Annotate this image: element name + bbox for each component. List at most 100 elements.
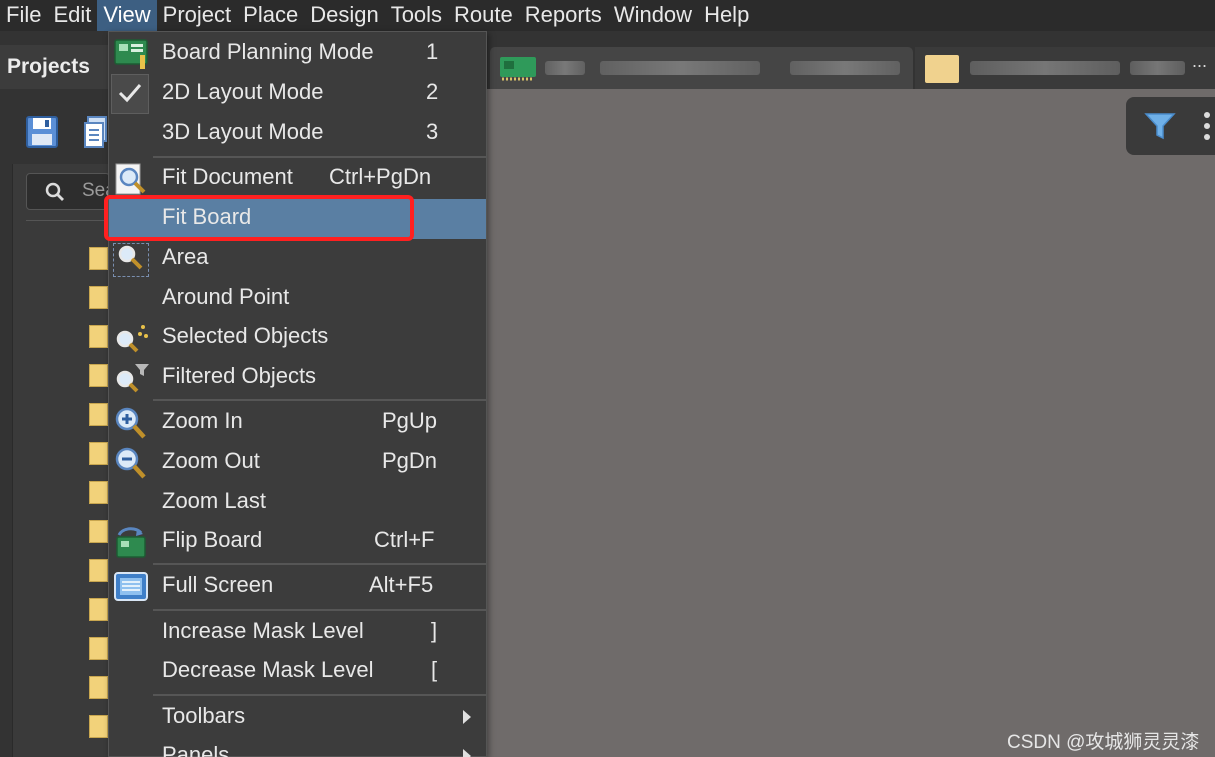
menu-item-label: Selected Objects bbox=[162, 323, 329, 348]
menu-item-zoom-in[interactable]: Zoom In PgUp bbox=[109, 403, 486, 443]
menu-separator bbox=[153, 156, 486, 158]
menu-item-shortcut: Alt+F5 bbox=[369, 572, 434, 597]
menu-item-filtered-objects[interactable]: Filtered Objects bbox=[109, 358, 486, 398]
menu-view[interactable]: View bbox=[97, 0, 157, 31]
menu-project[interactable]: Project bbox=[157, 0, 237, 31]
menu-item-panels[interactable]: Panels bbox=[109, 737, 486, 757]
search-icon bbox=[45, 182, 64, 201]
flip-board-icon bbox=[116, 527, 146, 558]
menu-item-increase-mask-level[interactable]: Increase Mask Level ] bbox=[109, 613, 486, 653]
menu-separator bbox=[153, 399, 486, 401]
menu-design[interactable]: Design bbox=[304, 0, 384, 31]
menu-item-label: Full Screen bbox=[162, 572, 274, 597]
blurred-tab-text bbox=[600, 61, 760, 75]
folder-icon[interactable] bbox=[89, 715, 108, 738]
menu-item-3d-layout-mode[interactable]: 3D Layout Mode 3 bbox=[109, 114, 486, 154]
menu-item-label: Zoom In bbox=[162, 408, 243, 433]
board-planning-icon bbox=[114, 39, 148, 69]
document-tab-project[interactable]: ... bbox=[915, 47, 1215, 89]
submenu-arrow-icon bbox=[463, 710, 471, 724]
fit-document-icon bbox=[115, 163, 146, 195]
checkmark-icon bbox=[118, 84, 142, 103]
menu-bar: File Edit View Project Place Design Tool… bbox=[0, 0, 1215, 31]
menu-item-label: Panels bbox=[162, 742, 230, 757]
folder-icon[interactable] bbox=[89, 286, 108, 309]
menu-separator bbox=[153, 694, 486, 696]
menu-window[interactable]: Window bbox=[608, 0, 698, 31]
menu-item-label: 3D Layout Mode bbox=[162, 119, 324, 144]
folder-icon[interactable] bbox=[89, 637, 108, 660]
folder-icon[interactable] bbox=[89, 364, 108, 387]
menu-item-flip-board[interactable]: Flip Board Ctrl+F bbox=[109, 522, 486, 562]
menu-item-shortcut: 1 bbox=[426, 39, 439, 64]
menu-item-shortcut: ] bbox=[431, 618, 438, 643]
save-icon[interactable] bbox=[25, 115, 59, 149]
menu-item-label: Increase Mask Level bbox=[162, 618, 364, 643]
menu-item-2d-layout-mode[interactable]: 2D Layout Mode 2 bbox=[109, 74, 486, 114]
menu-item-zoom-last[interactable]: Zoom Last bbox=[109, 483, 486, 523]
menu-item-label: Flip Board bbox=[162, 527, 263, 552]
watermark: CSDN @攻城狮灵灵漆 bbox=[1007, 732, 1200, 753]
folder-icon[interactable] bbox=[89, 676, 108, 699]
menu-item-zoom-out[interactable]: Zoom Out PgDn bbox=[109, 443, 486, 483]
menu-item-shortcut: 3 bbox=[426, 119, 439, 144]
menu-item-label: Decrease Mask Level bbox=[162, 657, 374, 682]
menu-item-label: Fit Document bbox=[162, 164, 293, 189]
menu-file[interactable]: File bbox=[0, 0, 47, 31]
blurred-tab-text bbox=[545, 61, 585, 75]
filter-icon[interactable] bbox=[1144, 111, 1176, 141]
menu-item-label: Zoom Last bbox=[162, 488, 266, 513]
zoom-area-icon bbox=[118, 245, 143, 270]
menu-place[interactable]: Place bbox=[237, 0, 304, 31]
menu-route[interactable]: Route bbox=[448, 0, 519, 31]
blurred-tab-text bbox=[1130, 61, 1185, 75]
folder-icon[interactable] bbox=[89, 520, 108, 543]
menu-item-fit-document[interactable]: Fit Document Ctrl+PgDn bbox=[109, 159, 486, 199]
blurred-tab-text bbox=[970, 61, 1120, 75]
menu-edit[interactable]: Edit bbox=[47, 0, 97, 31]
copy-icon[interactable] bbox=[84, 115, 110, 149]
menu-item-label: Toolbars bbox=[162, 703, 246, 728]
tab-overflow-indicator[interactable]: ... bbox=[1192, 51, 1207, 72]
folder-icon[interactable] bbox=[89, 325, 108, 348]
folder-icon[interactable] bbox=[89, 559, 108, 582]
menu-separator bbox=[153, 609, 486, 611]
menu-item-full-screen[interactable]: Full Screen Alt+F5 bbox=[109, 567, 486, 607]
menu-help[interactable]: Help bbox=[698, 0, 755, 31]
menu-item-shortcut: Ctrl+F bbox=[374, 527, 435, 552]
zoom-filtered-icon bbox=[116, 364, 149, 393]
menu-item-label: Board Planning Mode bbox=[162, 39, 374, 64]
annotation-highlight-box bbox=[104, 195, 414, 241]
menu-item-shortcut: PgDn bbox=[382, 448, 438, 473]
pcb-canvas[interactable] bbox=[487, 89, 1215, 757]
pcb-document-icon bbox=[500, 57, 536, 81]
menu-item-toolbars[interactable]: Toolbars bbox=[109, 698, 486, 738]
menu-item-shortcut: PgUp bbox=[382, 408, 438, 433]
menu-separator bbox=[153, 563, 486, 565]
document-tab-pcb[interactable] bbox=[490, 47, 913, 89]
tree-divider bbox=[26, 220, 110, 221]
menu-item-label: Around Point bbox=[162, 284, 290, 309]
menu-item-shortcut: [ bbox=[431, 657, 438, 682]
zoom-in-icon bbox=[115, 407, 146, 439]
menu-tools[interactable]: Tools bbox=[385, 0, 448, 31]
menu-item-around-point[interactable]: Around Point bbox=[109, 279, 486, 319]
menu-item-area[interactable]: Area bbox=[109, 239, 486, 279]
more-options-icon[interactable] bbox=[1202, 111, 1212, 141]
menu-item-selected-objects[interactable]: Selected Objects bbox=[109, 318, 486, 358]
menu-reports[interactable]: Reports bbox=[519, 0, 608, 31]
menu-item-decrease-mask-level[interactable]: Decrease Mask Level [ bbox=[109, 652, 486, 692]
search-input[interactable]: Sea bbox=[26, 173, 110, 210]
folder-icon[interactable] bbox=[89, 598, 108, 621]
menu-item-board-planning-mode[interactable]: Board Planning Mode 1 bbox=[109, 34, 486, 74]
submenu-arrow-icon bbox=[463, 749, 471, 757]
full-screen-icon bbox=[114, 572, 148, 601]
folder-icon[interactable] bbox=[89, 442, 108, 465]
projects-panel-title: Projects bbox=[7, 55, 90, 78]
folder-icon[interactable] bbox=[89, 481, 108, 504]
zoom-selected-icon bbox=[116, 325, 148, 353]
folder-icon[interactable] bbox=[89, 247, 108, 270]
menu-item-shortcut: Ctrl+PgDn bbox=[329, 164, 432, 189]
zoom-out-icon bbox=[115, 447, 146, 479]
folder-icon[interactable] bbox=[89, 403, 108, 426]
